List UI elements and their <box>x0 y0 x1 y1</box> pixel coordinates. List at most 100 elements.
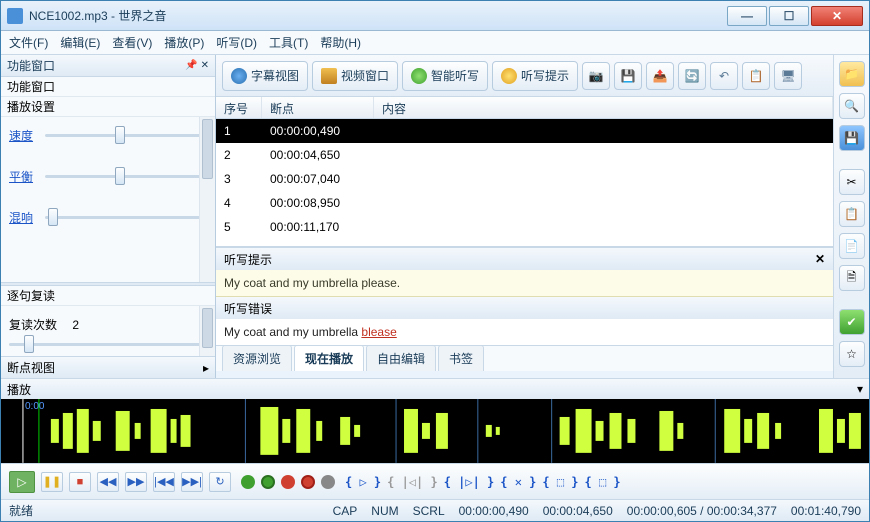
ok-button[interactable]: ✔ <box>839 309 865 335</box>
bracket-prev[interactable]: { |◁| } <box>387 475 438 489</box>
col-bp[interactable]: 断点 <box>262 97 374 118</box>
maximize-button[interactable]: ☐ <box>769 6 809 26</box>
speed-label[interactable]: 速度 <box>9 127 45 144</box>
gray-dot-icon[interactable] <box>321 475 335 489</box>
error-header: 听写错误 <box>216 297 833 319</box>
bracket-f[interactable]: { ⬚ } <box>585 475 621 489</box>
menu-help[interactable]: 帮助(H) <box>320 34 361 51</box>
waveform[interactable]: 0:00 <box>1 399 869 463</box>
paste-button[interactable]: 📄 <box>839 233 865 259</box>
tab-bookmark[interactable]: 书签 <box>438 345 484 371</box>
dictation-hint-button[interactable]: 听写提示 <box>492 61 578 91</box>
menu-view[interactable]: 查看(V) <box>112 34 152 51</box>
status-scrl: SCRL <box>413 504 445 518</box>
doc-button[interactable]: 🗎 <box>839 265 865 291</box>
menu-file[interactable]: 文件(F) <box>9 34 48 51</box>
play-dropdown-icon[interactable]: ▾ <box>857 382 863 396</box>
green-ring-icon[interactable] <box>261 475 275 489</box>
copy2-button[interactable]: 📋 <box>839 201 865 227</box>
repeat-count-value: 2 <box>72 318 79 332</box>
bottom-tabs: 资源浏览 现在播放 自由编辑 书签 <box>216 345 833 371</box>
prev-button[interactable]: |◀◀ <box>153 472 175 492</box>
sidebar: 功能窗口 📌 ✕ 功能窗口 播放设置 速度 平衡 混响 <box>1 55 216 378</box>
tab-freeedit[interactable]: 自由编辑 <box>366 345 436 371</box>
table-row[interactable]: 300:00:07,040 <box>216 167 833 191</box>
breakpoint-table: 序号 断点 内容 100:00:00,490200:00:04,650300:0… <box>216 97 833 247</box>
bracket-e[interactable]: { ⬚ } <box>542 475 578 489</box>
folder-button[interactable]: 📁 <box>839 61 865 87</box>
next-button[interactable]: ▶▶| <box>181 472 203 492</box>
pause-button[interactable]: ❚❚ <box>41 472 63 492</box>
sidebar-scrollbar[interactable] <box>199 117 215 282</box>
export-button[interactable]: 📤 <box>646 62 674 90</box>
stop-button[interactable]: ■ <box>69 472 91 492</box>
table-row[interactable]: 500:00:11,170 <box>216 215 833 239</box>
reverb-label[interactable]: 混响 <box>9 209 45 226</box>
play-button[interactable]: ▷ <box>9 471 35 493</box>
menu-tools[interactable]: 工具(T) <box>269 34 308 51</box>
forward-button[interactable]: ▶▶ <box>125 472 147 492</box>
hint-text: My coat and my umbrella please. <box>216 270 833 297</box>
table-row[interactable]: 100:00:00,490 <box>216 119 833 143</box>
refresh-button[interactable]: 🔄 <box>678 62 706 90</box>
copy-button[interactable]: 📋 <box>742 62 770 90</box>
speed-slider[interactable] <box>45 134 201 137</box>
error-text: My coat and my umbrella blease <box>216 319 833 345</box>
bracket-next[interactable]: { |▷| } <box>444 475 495 489</box>
close-button[interactable]: ✕ <box>811 6 863 26</box>
func-window-header[interactable]: 功能窗口 📌 ✕ <box>1 55 215 77</box>
status-bar: 就绪 CAP NUM SCRL 00:00:00,490 00:00:04,65… <box>1 499 869 521</box>
balance-label[interactable]: 平衡 <box>9 168 45 185</box>
camera-button[interactable]: 📷 <box>582 62 610 90</box>
minimize-button[interactable]: — <box>727 6 767 26</box>
tab-resource[interactable]: 资源浏览 <box>222 345 292 371</box>
film-icon <box>321 68 337 84</box>
reverb-slider[interactable] <box>45 216 201 219</box>
rewind-button[interactable]: ◀◀ <box>97 472 119 492</box>
status-num: NUM <box>371 504 398 518</box>
subtitle-view-button[interactable]: 字幕视图 <box>222 61 308 91</box>
table-row[interactable]: 200:00:04,650 <box>216 143 833 167</box>
error-word: blease <box>361 325 396 339</box>
menu-dictation[interactable]: 听写(D) <box>216 34 257 51</box>
menu-play[interactable]: 播放(P) <box>164 34 204 51</box>
app-icon <box>7 8 23 24</box>
globe-icon <box>231 68 247 84</box>
menu-edit[interactable]: 编辑(E) <box>60 34 100 51</box>
star-button[interactable]: ☆ <box>839 341 865 367</box>
bracket-del[interactable]: { ✕ } <box>500 475 536 489</box>
screen-button[interactable]: 🖥 <box>774 62 802 90</box>
bracket-play[interactable]: { ▷ } <box>345 475 381 489</box>
loop-button[interactable]: ↻ <box>209 472 231 492</box>
breakpoint-view-header[interactable]: 断点视图 ▸ <box>1 356 215 378</box>
pin-icon[interactable]: 📌 ✕ <box>185 60 209 71</box>
search-button[interactable]: 🔍 <box>839 93 865 119</box>
save-button[interactable]: 💾 <box>614 62 642 90</box>
red-ring-icon[interactable] <box>301 475 315 489</box>
status-t3: 00:00:00,605 / 00:00:34,377 <box>627 504 777 518</box>
smart-dictation-button[interactable]: 智能听写 <box>402 61 488 91</box>
repeat-scrollbar[interactable] <box>199 306 215 356</box>
repeat-count-label: 复读次数 <box>9 316 69 333</box>
sentence-repeat-header[interactable]: 逐句复读 <box>1 286 215 306</box>
balance-slider[interactable] <box>45 175 201 178</box>
status-t2: 00:00:04,650 <box>543 504 613 518</box>
title-bar[interactable]: NCE1002.mp3 - 世界之音 — ☐ ✕ <box>1 1 869 31</box>
func-window-sub[interactable]: 功能窗口 <box>1 77 215 97</box>
undo-button[interactable]: ↶ <box>710 62 738 90</box>
play-header: 播放 ▾ <box>1 379 869 399</box>
table-row[interactable]: 400:00:08,950 <box>216 191 833 215</box>
video-window-button[interactable]: 视频窗口 <box>312 61 398 91</box>
play-settings-header[interactable]: 播放设置 <box>1 97 215 117</box>
col-content[interactable]: 内容 <box>374 97 833 118</box>
hint-header: 听写提示 ✕ <box>216 248 833 270</box>
tab-nowplaying[interactable]: 现在播放 <box>294 345 364 371</box>
green-dot-icon[interactable] <box>241 475 255 489</box>
col-seq[interactable]: 序号 <box>216 97 262 118</box>
cut-button[interactable]: ✂ <box>839 169 865 195</box>
hint-close-button[interactable]: ✕ <box>815 252 825 266</box>
disk-button[interactable]: 💾 <box>839 125 865 151</box>
repeat-slider[interactable] <box>9 343 201 346</box>
red-dot-icon[interactable] <box>281 475 295 489</box>
chevron-right-icon[interactable]: ▸ <box>203 361 209 375</box>
